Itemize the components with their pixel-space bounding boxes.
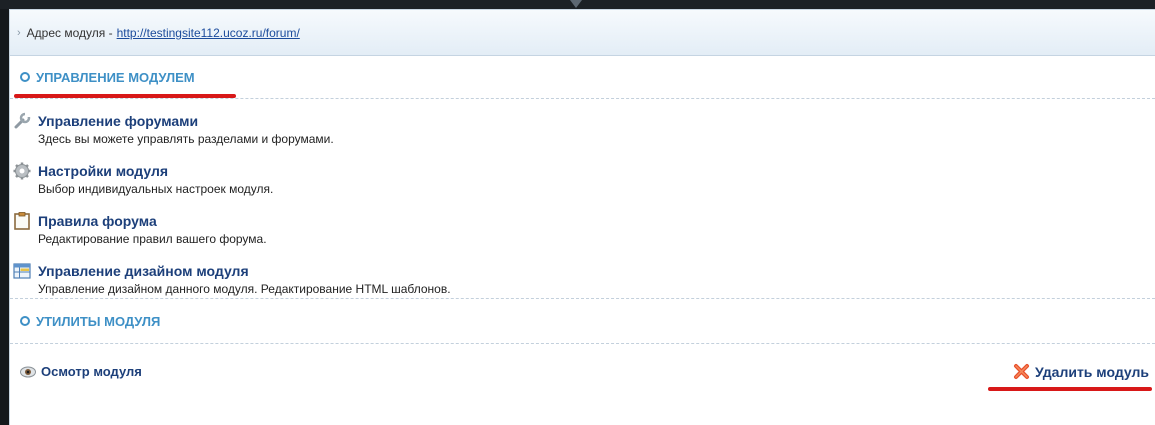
highlight-underline: [988, 387, 1152, 391]
utilities-actions: Осмотр модуля Удалить модуль: [10, 344, 1155, 404]
view-module-label: Осмотр модуля: [41, 364, 142, 379]
bullet-ring-icon: [20, 72, 30, 82]
manage-forums-link[interactable]: Управление форумами: [38, 111, 1155, 131]
view-module-button[interactable]: Осмотр модуля: [20, 364, 142, 379]
management-section-title: УПРАВЛЕНИЕ МОДУЛЕМ: [36, 69, 195, 85]
highlight-underline: [14, 94, 236, 98]
forum-rules-desc: Редактирование правил вашего форума.: [38, 232, 267, 246]
module-address-bar: › Адрес модуля - http://testingsite112.u…: [10, 10, 1155, 56]
address-label: Адрес модуля -: [26, 25, 113, 40]
forum-rules-link[interactable]: Правила форума: [38, 211, 1155, 231]
chevron-right-icon: ›: [17, 26, 21, 39]
design-management-desc: Управление дизайном данного модуля. Реда…: [38, 282, 451, 296]
collapse-arrow-icon: [570, 0, 582, 8]
screen-frame: › Адрес модуля - http://testingsite112.u…: [0, 0, 1155, 425]
eye-icon: [20, 366, 36, 377]
module-panel: › Адрес модуля - http://testingsite112.u…: [9, 9, 1155, 425]
list-item-forums: Управление форумами Здесь вы можете упра…: [10, 111, 1155, 161]
module-settings-desc: Выбор индивидуальных настроек модуля.: [38, 182, 274, 196]
list-item-design: Управление дизайном модуля Управление ди…: [10, 261, 1155, 311]
management-items: Управление форумами Здесь вы можете упра…: [10, 99, 1155, 299]
manage-forums-desc: Здесь вы можете управлять разделами и фо…: [38, 132, 334, 146]
left-edge: [0, 9, 9, 425]
utilities-section-title: УТИЛИТЫ МОДУЛЯ: [36, 313, 161, 329]
delete-module-button[interactable]: Удалить модуль: [1013, 363, 1149, 380]
design-management-link[interactable]: Управление дизайном модуля: [38, 261, 1155, 281]
wrench-icon: [14, 112, 31, 129]
module-settings-link[interactable]: Настройки модуля: [38, 161, 1155, 181]
table-icon: [13, 263, 31, 279]
list-item-settings: Настройки модуля Выбор индивидуальных на…: [10, 161, 1155, 211]
clipboard-icon: [14, 212, 30, 230]
management-section-header: УПРАВЛЕНИЕ МОДУЛЕМ: [10, 56, 1155, 99]
module-url-link[interactable]: http://testingsite112.ucoz.ru/forum/: [117, 26, 300, 40]
list-item-rules: Правила форума Редактирование правил ваш…: [10, 211, 1155, 261]
bullet-ring-icon: [20, 316, 30, 326]
red-x-icon: [1013, 364, 1029, 379]
gear-icon: [13, 162, 31, 180]
delete-module-label: Удалить модуль: [1034, 363, 1149, 380]
